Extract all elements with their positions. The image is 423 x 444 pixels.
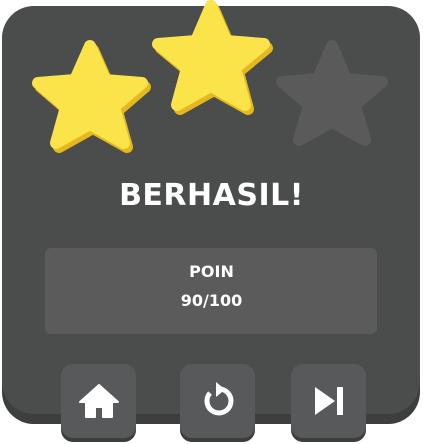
home-button[interactable]: [61, 364, 136, 438]
restart-button[interactable]: [180, 364, 255, 438]
home-icon: [78, 384, 119, 418]
restart-icon: [203, 382, 233, 416]
star-icon-2-filled: [152, 0, 273, 115]
star-icon-3-empty: [276, 40, 388, 146]
next-level-button[interactable]: [291, 364, 366, 438]
star-icon-1-filled: [32, 40, 151, 153]
score-label: POIN: [189, 262, 234, 281]
score-value: 90/100: [180, 291, 243, 310]
result-title: BERHASIL!: [119, 178, 304, 213]
skip-next-icon: [314, 387, 343, 415]
